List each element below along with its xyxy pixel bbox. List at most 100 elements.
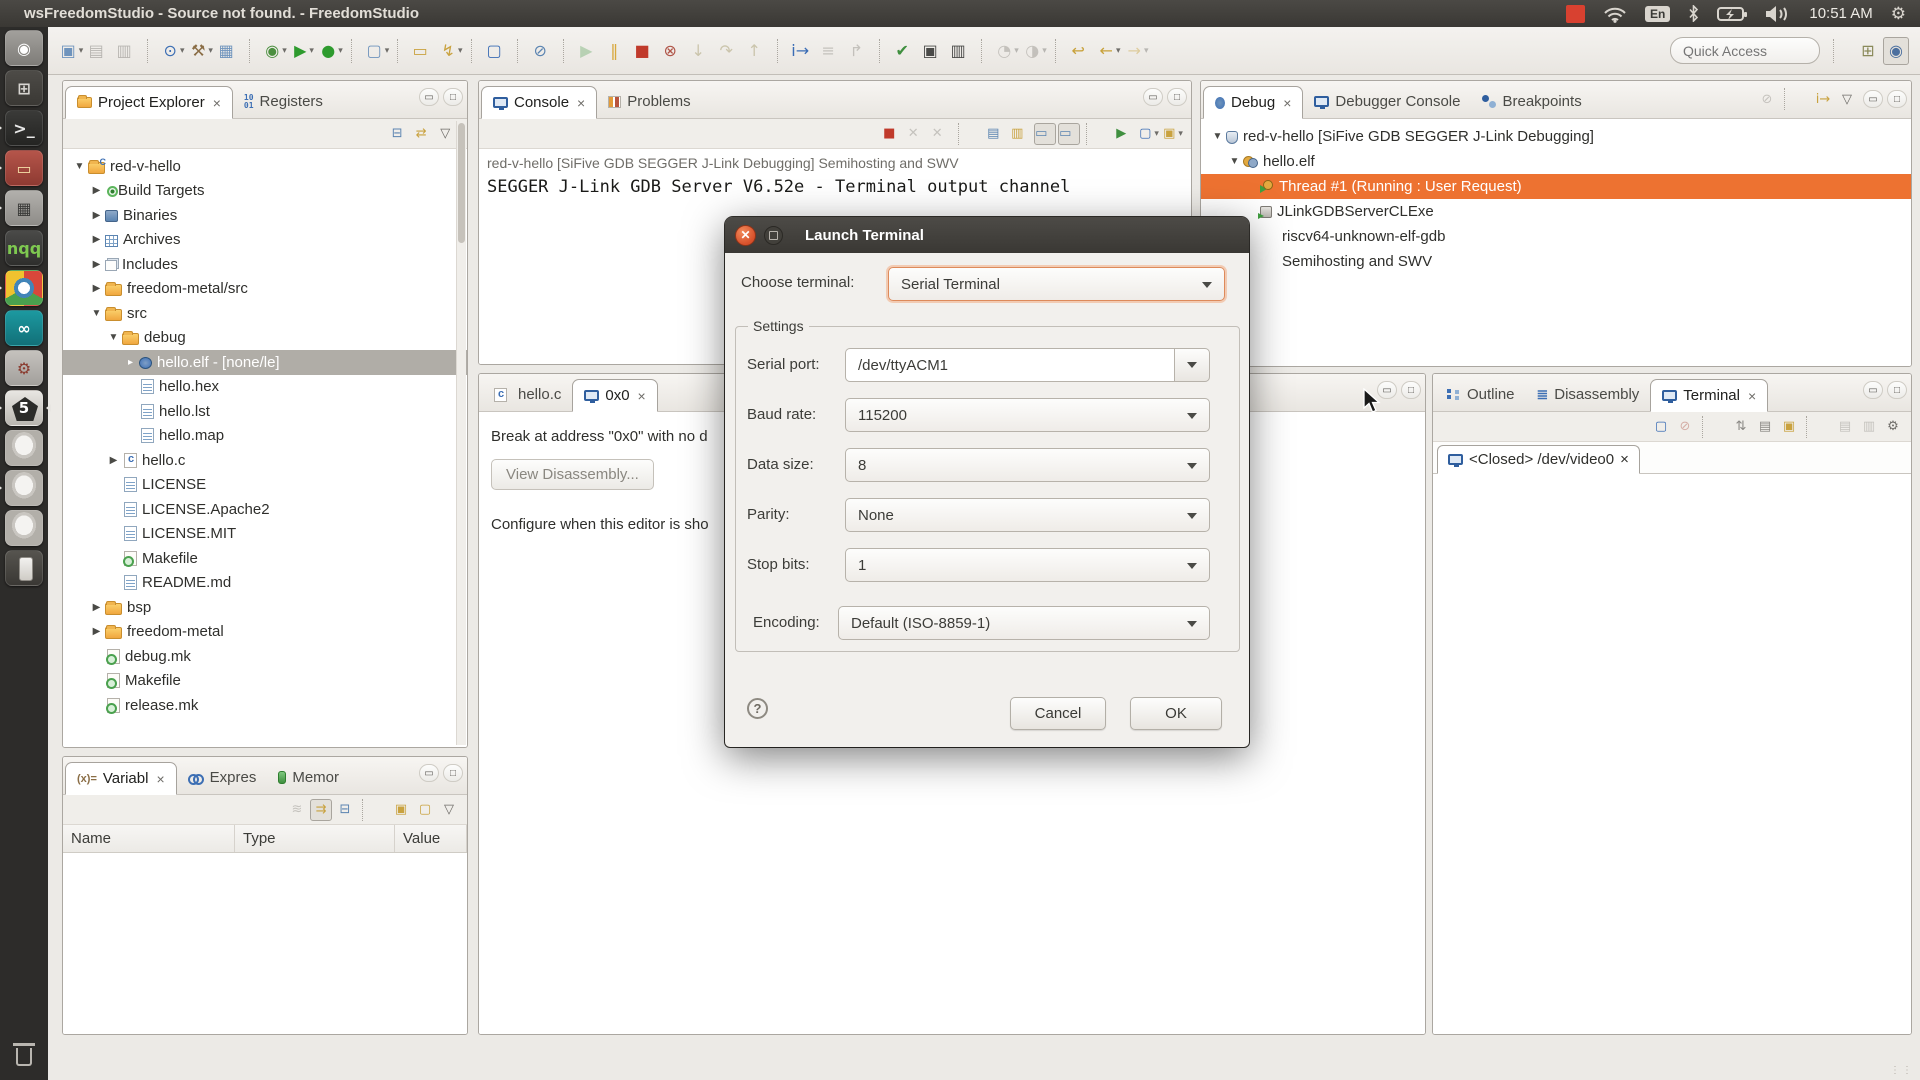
- expand-arrow-icon[interactable]: ▶: [88, 602, 105, 613]
- system-tools[interactable]: ⚙: [5, 350, 43, 386]
- column-type[interactable]: Type: [235, 825, 395, 852]
- session-gear-icon[interactable]: ⚙: [1891, 5, 1906, 22]
- tree-item[interactable]: Makefile: [63, 669, 467, 694]
- console-window-icon[interactable]: ▢ ▾: [485, 37, 511, 65]
- open-terminal-icon[interactable]: ▢: [1650, 416, 1672, 438]
- terminal-app[interactable]: >_: [0, 110, 43, 146]
- tab-expressions[interactable]: Expres: [177, 761, 268, 794]
- data-size-select[interactable]: 8: [845, 448, 1210, 482]
- tree-item[interactable]: ▶ Binaries: [63, 203, 467, 228]
- volume-icon[interactable]: [1765, 5, 1791, 23]
- choose-terminal-select[interactable]: Serial Terminal: [888, 267, 1225, 301]
- minimize-view-icon[interactable]: ▭: [1143, 88, 1163, 106]
- terminal-scroll-lock-icon[interactable]: ⇅: [1730, 416, 1752, 438]
- forward-icon[interactable]: → ▾: [1125, 37, 1151, 65]
- skip-breakpoints-icon[interactable]: ⊘ ▾: [531, 37, 557, 65]
- tree-item[interactable]: release.mk: [63, 693, 467, 718]
- program-flash-icon[interactable]: ✔ ▾: [893, 37, 919, 65]
- tree-item[interactable]: ▶ Build Targets: [63, 179, 467, 204]
- terminal-settings-icon[interactable]: ⚙: [1882, 416, 1904, 438]
- calculator-app[interactable]: ▦: [0, 190, 43, 226]
- freedom-studio[interactable]: 5: [0, 390, 51, 426]
- tab-disassembly[interactable]: ≣ Disassembly: [1526, 378, 1651, 411]
- tree-item[interactable]: README.md: [63, 571, 467, 596]
- tree-item[interactable]: ▶ hello.c: [63, 448, 467, 473]
- minimize-view-icon[interactable]: ▭: [419, 88, 439, 106]
- save-all-icon[interactable]: ▥ ▾: [115, 37, 141, 65]
- tree-item[interactable]: ▶ Archives: [63, 228, 467, 253]
- ubuntu-dash[interactable]: ◉: [5, 30, 43, 66]
- expand-arrow-icon[interactable]: ▶: [105, 455, 122, 466]
- tab-debug[interactable]: Debug ×: [1203, 86, 1304, 119]
- scroll-lock-icon[interactable]: ▥ ▾: [1010, 123, 1032, 145]
- external-tools-icon[interactable]: ▢ ▾: [365, 37, 391, 65]
- bluetooth-icon[interactable]: [1688, 5, 1699, 22]
- maximize-view-icon[interactable]: □: [1887, 381, 1907, 399]
- profiler-snapshot-icon[interactable]: ◑ ▾: [1023, 37, 1049, 65]
- clock[interactable]: 10:51 AM: [1809, 5, 1872, 22]
- remove-all-launches-icon[interactable]: ✕ ▾: [930, 123, 952, 145]
- column-name[interactable]: Name: [63, 825, 235, 852]
- window-resize-grip[interactable]: ⋮⋮: [1890, 1065, 1914, 1076]
- show-stdout-icon[interactable]: ▭ ▾: [1034, 122, 1056, 145]
- tree-item[interactable]: Makefile: [63, 546, 467, 571]
- archive-manager[interactable]: ▭: [0, 150, 43, 186]
- tree-item[interactable]: hello.hex: [63, 375, 467, 400]
- expand-arrow-icon[interactable]: ▶: [88, 210, 105, 221]
- dropdown-arrow-icon[interactable]: ▾: [1116, 45, 1121, 56]
- step-return-icon[interactable]: ↑ ▾: [745, 37, 771, 65]
- debug-tree-item[interactable]: JLinkGDBServerCLExe: [1201, 199, 1911, 224]
- show-debug-columns-icon[interactable]: ≡ ▾: [819, 37, 845, 65]
- notepadqq[interactable]: nqq: [5, 230, 43, 266]
- ok-button[interactable]: OK: [1130, 697, 1222, 730]
- tab-registers[interactable]: 10 01 Registers: [233, 85, 334, 118]
- tree-item[interactable]: ▼ src: [63, 301, 467, 326]
- link-with-editor-icon[interactable]: ⇄ ▾: [414, 123, 436, 145]
- back-icon[interactable]: ← ▾: [1097, 37, 1123, 65]
- new-wizard-icon[interactable]: ▣ ▾: [59, 37, 85, 65]
- save-icon[interactable]: ▤ ▾: [87, 37, 113, 65]
- remove-launch-icon[interactable]: ✕ ▾: [906, 123, 928, 145]
- instruction-stepping-icon[interactable]: i→ ▾: [791, 37, 817, 65]
- tab-terminal[interactable]: Terminal ×: [1650, 379, 1769, 412]
- minimize-view-icon[interactable]: ▭: [1863, 381, 1883, 399]
- dialog-maximize-icon[interactable]: [764, 225, 783, 245]
- expand-arrow-icon[interactable]: ▶: [88, 185, 105, 196]
- dropdown-arrow-icon[interactable]: ▾: [208, 45, 213, 56]
- tree-item[interactable]: ▶ bsp: [63, 595, 467, 620]
- debug-last-icon[interactable]: ⊙ ▾: [161, 37, 187, 65]
- expand-arrow-icon[interactable]: ▶: [88, 626, 105, 637]
- dialog-close-icon[interactable]: ✕: [735, 224, 756, 246]
- terminal-session-tab[interactable]: <Closed> /dev/video0 ×: [1437, 445, 1640, 474]
- close-tab-icon[interactable]: ×: [638, 388, 646, 404]
- close-tab-icon[interactable]: ×: [156, 771, 164, 787]
- tab-breakpoints[interactable]: Breakpoints: [1471, 85, 1592, 118]
- maximize-view-icon[interactable]: □: [1401, 381, 1421, 399]
- battery-icon[interactable]: [1717, 6, 1748, 22]
- expand-arrow-icon[interactable]: ▼: [71, 161, 88, 172]
- view-disassembly-button[interactable]: View Disassembly...: [491, 459, 654, 490]
- serial-port-input[interactable]: /dev/ttyACM1: [845, 348, 1174, 382]
- dropdown-arrow-icon[interactable]: ▾: [309, 45, 314, 56]
- terminal-copy-icon[interactable]: ▤: [1834, 416, 1856, 438]
- tab-memory[interactable]: Memor: [267, 761, 350, 794]
- tree-item[interactable]: ▶ freedom-metal/src: [63, 277, 467, 302]
- build-icon[interactable]: ⚒ ▾: [189, 37, 215, 65]
- collapse-variables-icon[interactable]: ⊟: [334, 799, 356, 821]
- maximize-view-icon[interactable]: □: [1887, 90, 1907, 108]
- dropdown-arrow-icon[interactable]: ▾: [1144, 45, 1149, 56]
- keyboard-layout-indicator[interactable]: En: [1645, 5, 1671, 22]
- terminate-icon[interactable]: ■ ▾: [633, 37, 659, 65]
- tab-console[interactable]: Console ×: [481, 86, 598, 119]
- console-output[interactable]: SEGGER J-Link GDB Server V6.52e - Termin…: [479, 173, 1191, 201]
- tree-item[interactable]: LICENSE: [63, 473, 467, 498]
- debug-tree-item[interactable]: ▼ hello.elf: [1201, 149, 1911, 174]
- help-button[interactable]: ?: [747, 698, 768, 719]
- expand-arrow-icon[interactable]: ▶: [88, 283, 105, 294]
- parity-select[interactable]: None: [845, 498, 1210, 532]
- expand-arrow-icon[interactable]: ▼: [1226, 156, 1243, 167]
- minimize-view-icon[interactable]: ▭: [1863, 90, 1883, 108]
- tab-hello-c[interactable]: hello.c: [481, 378, 572, 411]
- dropdown-arrow-icon[interactable]: ▾: [180, 45, 185, 56]
- step-filters-icon[interactable]: ↱ ▾: [847, 37, 873, 65]
